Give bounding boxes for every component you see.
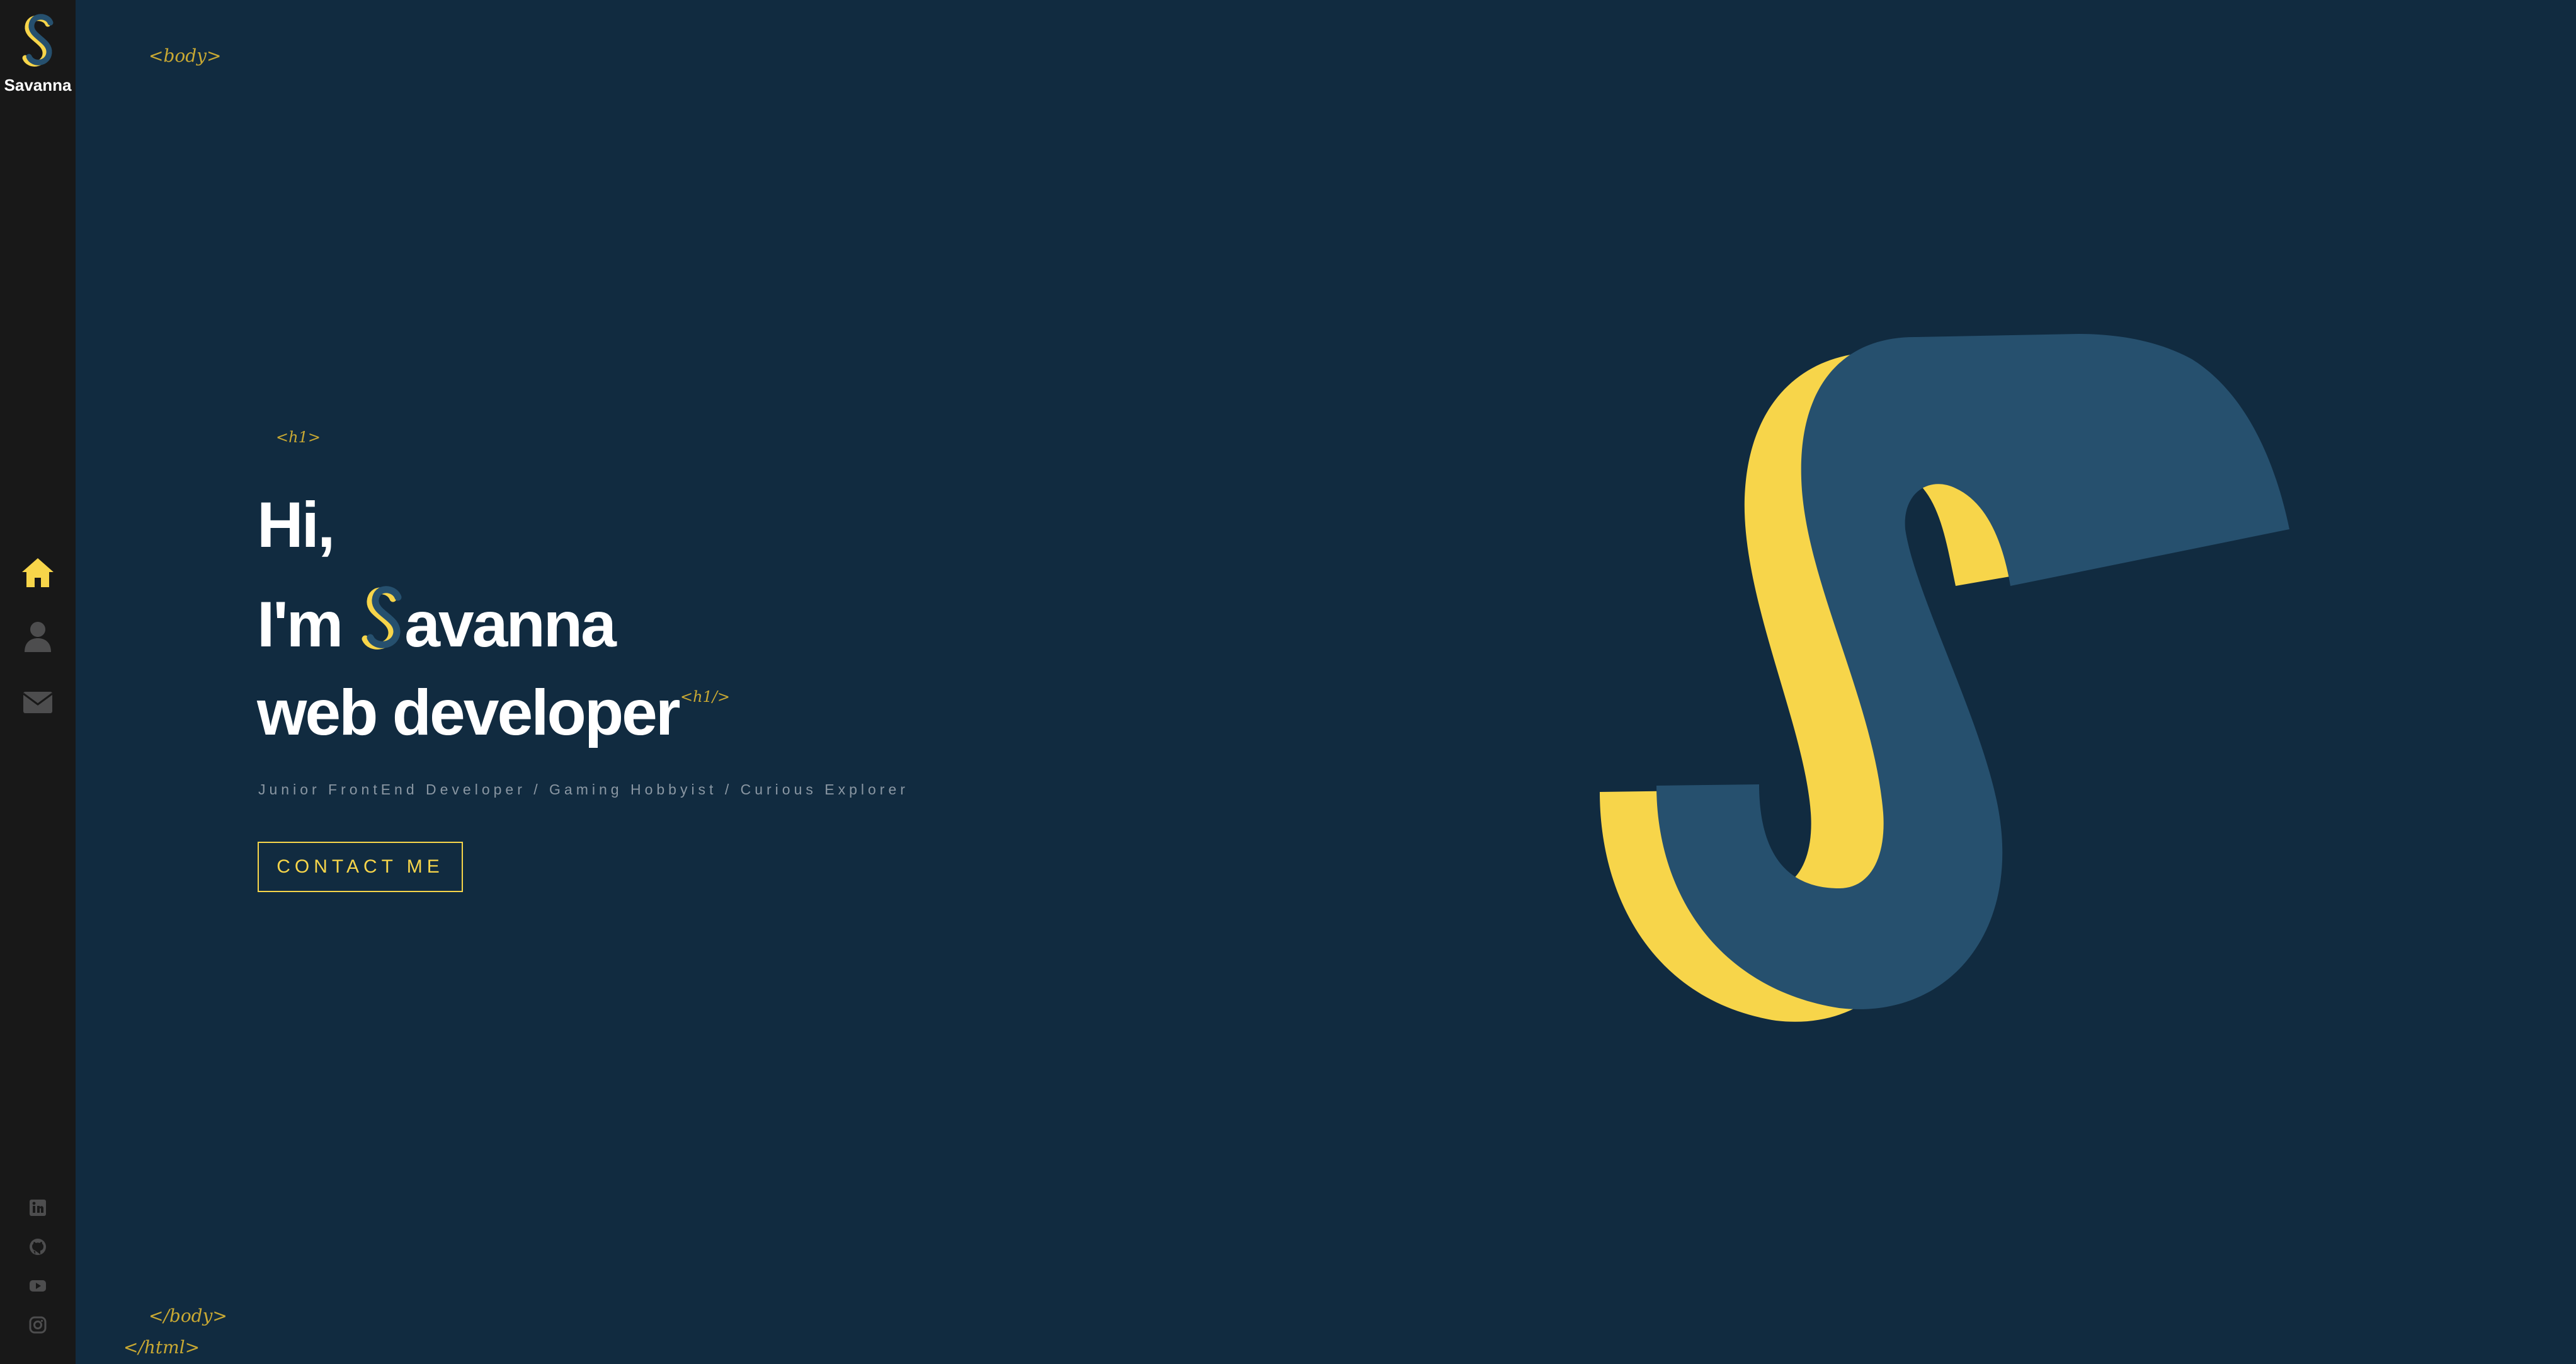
big-s-logo xyxy=(1600,334,2289,1022)
sidebar: Savanna xyxy=(0,0,76,1364)
s-logo-letter-icon xyxy=(362,586,402,650)
h1-open-tag: <h1> xyxy=(276,428,321,446)
body-close-tag: </body> xyxy=(149,1305,227,1326)
logo-name: Savanna xyxy=(4,76,72,95)
logo-s-icon xyxy=(22,14,54,67)
home-icon xyxy=(22,558,54,587)
nav-contact[interactable] xyxy=(0,669,76,733)
user-icon xyxy=(25,622,51,652)
instagram-link[interactable] xyxy=(0,1305,76,1344)
github-icon xyxy=(30,1239,46,1255)
hero-name-line: I'm avanna xyxy=(257,586,617,656)
github-link[interactable] xyxy=(0,1227,76,1266)
linkedin-icon xyxy=(30,1200,46,1216)
nav-about[interactable] xyxy=(0,605,76,669)
envelope-icon xyxy=(23,692,53,713)
linkedin-link[interactable] xyxy=(0,1188,76,1227)
instagram-icon xyxy=(29,1316,47,1334)
hero-subtitle: Junior FrontEnd Developer / Gaming Hobby… xyxy=(258,781,909,798)
hero-im: I'm xyxy=(257,588,343,660)
contact-me-button[interactable]: CONTACT ME xyxy=(258,842,463,892)
youtube-icon xyxy=(30,1280,46,1292)
sidebar-nav xyxy=(0,541,76,733)
social-links xyxy=(0,1188,76,1344)
hero-name-rest: avanna xyxy=(404,588,617,660)
body-open-tag: <body> xyxy=(149,45,222,66)
html-close-tag: </html> xyxy=(123,1337,200,1358)
hero-role: web developer xyxy=(257,677,681,748)
h1-close-tag: <h1/> xyxy=(680,688,731,706)
hero-greeting: Hi, xyxy=(257,489,335,561)
youtube-link[interactable] xyxy=(0,1266,76,1305)
logo[interactable]: Savanna xyxy=(0,14,76,108)
nav-home[interactable] xyxy=(0,541,76,605)
